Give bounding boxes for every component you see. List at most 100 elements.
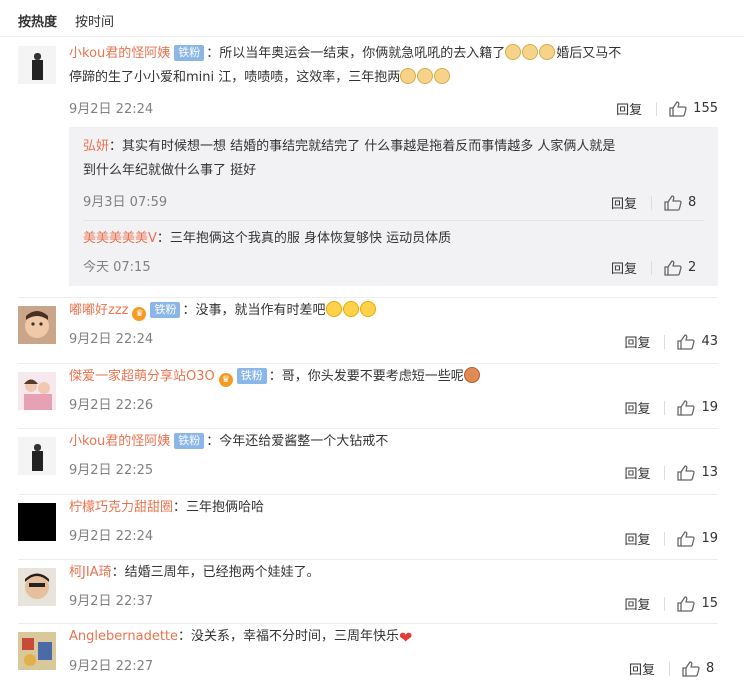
comment-actions: 回复 15: [624, 594, 718, 613]
comment-text: ：没事，就当作有时差吧: [182, 303, 326, 318]
comment-divider: [18, 363, 718, 364]
reply-button[interactable]: 回复: [624, 529, 650, 548]
cat-emoji-icon: [539, 44, 556, 60]
divider: [664, 334, 666, 349]
tab-sort-by-hot[interactable]: 按热度: [18, 11, 57, 30]
reply-text: ：其实有时候想一想 结婚的事结完就结完了 什么事越是拖着反而事情越多 人家俩人就…: [109, 139, 616, 154]
comment-divider: [18, 297, 718, 298]
laugh-emoji-icon: [325, 301, 342, 317]
sort-tabs: 按热度 按时间: [18, 11, 114, 30]
comment-actions: 回复 155: [616, 99, 718, 118]
like-icon[interactable]: [677, 596, 695, 612]
comment-body: Anglebernadette：没关系，幸福不分时间，三周年快乐❤ 9月2日 2…: [69, 625, 718, 674]
vip-crown-icon: ♛: [218, 373, 233, 387]
avatar[interactable]: [18, 46, 56, 84]
like-icon[interactable]: [669, 101, 687, 117]
cat-emoji-icon: [522, 44, 539, 60]
reply-button[interactable]: 回复: [611, 193, 637, 212]
comment-divider: [18, 494, 718, 495]
reply-button[interactable]: 回复: [611, 258, 637, 277]
heart-emoji-icon: ❤: [399, 628, 413, 647]
comment-time: 9月2日 22:27: [69, 659, 154, 674]
like-icon[interactable]: [677, 400, 695, 416]
divider: [664, 465, 666, 480]
comment-username[interactable]: 嘟嘟好zzz: [69, 303, 128, 318]
like-count: 15: [701, 596, 718, 611]
reply-button[interactable]: 回复: [624, 594, 650, 613]
comment-actions: 回复 8: [629, 659, 718, 678]
vip-crown-icon: ♛: [132, 307, 147, 321]
comment-divider: [18, 623, 718, 624]
comment-username[interactable]: 小kou君的怪阿姨: [69, 434, 170, 449]
fan-badge[interactable]: 铁粉: [174, 433, 205, 449]
avatar[interactable]: [18, 568, 56, 606]
comment-text: 婚后又马不: [556, 46, 622, 61]
pig-emoji-icon: [463, 367, 480, 383]
like-icon[interactable]: [664, 260, 682, 276]
avatar[interactable]: [18, 306, 56, 344]
like-count: 8: [688, 195, 697, 210]
like-count: 43: [701, 334, 718, 349]
reply-item: 弘妍：其实有时候想一想 结婚的事结完就结完了 什么事越是拖着反而事情越多 人家俩…: [83, 135, 700, 210]
laugh-emoji-icon: [342, 301, 359, 317]
comment-time: 9月2日 22:24: [69, 332, 154, 347]
reply-time: 9月3日 07:59: [83, 195, 168, 210]
comment-text: 停蹄的生了小小爱和mini 江，啧啧啧，这效率，三年抱两: [69, 70, 401, 85]
avatar[interactable]: [18, 632, 56, 670]
comment-time: 9月2日 22:24: [69, 529, 154, 544]
comment-body: 嘟嘟好zzz ♛ 铁粉 ：没事，就当作有时差吧 9月2日 22:24: [69, 299, 718, 347]
divider: [651, 260, 652, 275]
comment-actions: 回复 43: [624, 332, 718, 351]
comment-text: ：结婚三周年，已经抱两个娃娃了。: [111, 565, 320, 580]
cat-emoji-icon: [417, 68, 434, 84]
fan-badge[interactable]: 铁粉: [236, 368, 267, 384]
comment-username[interactable]: 小kou君的怪阿姨: [69, 46, 170, 61]
comment-actions: 回复 19: [624, 529, 718, 548]
comment-username[interactable]: 柠檬巧克力甜甜圈: [69, 500, 173, 515]
fan-badge[interactable]: 铁粉: [150, 302, 181, 318]
comment-username[interactable]: Anglebernadette: [69, 629, 178, 644]
comment-body: 柠檬巧克力甜甜圈：三年抱俩哈哈 9月2日 22:24: [69, 496, 718, 544]
reply-button[interactable]: 回复: [624, 463, 650, 482]
replies-box: 弘妍：其实有时候想一想 结婚的事结完就结完了 什么事越是拖着反而事情越多 人家俩…: [69, 127, 718, 286]
like-icon[interactable]: [677, 334, 695, 350]
reply-button[interactable]: 回复: [616, 99, 642, 118]
like-icon[interactable]: [677, 465, 695, 481]
like-icon[interactable]: [677, 531, 695, 547]
reply-text: ：三年抱俩这个我真的服 身体恢复够快 运动员体质: [156, 231, 452, 246]
tab-sort-by-time[interactable]: 按时间: [75, 11, 114, 30]
divider: [664, 400, 666, 415]
divider: [669, 661, 670, 676]
avatar[interactable]: [18, 437, 56, 475]
cat-emoji-icon: [505, 44, 522, 60]
reply-button[interactable]: 回复: [624, 398, 650, 417]
comment-time: 9月2日 22:26: [69, 398, 154, 413]
reply-button[interactable]: 回复: [629, 659, 655, 678]
comment-time: 9月2日 22:25: [69, 463, 154, 478]
reply-button[interactable]: 回复: [624, 332, 650, 351]
reply-divider: [83, 220, 704, 221]
comment-divider: [18, 559, 718, 560]
comment-username[interactable]: 傑爱一家超萌分享站O3O: [69, 369, 215, 384]
reply-actions: 回复 8: [611, 193, 700, 212]
fan-badge[interactable]: 铁粉: [174, 45, 205, 61]
comment-text: ：哥，你头发要不要考虑短一些呢: [268, 369, 464, 384]
like-icon[interactable]: [664, 195, 682, 211]
like-count: 19: [701, 400, 718, 415]
like-icon[interactable]: [682, 661, 700, 677]
comment-time: 9月2日 22:37: [69, 594, 154, 609]
like-count: 13: [701, 465, 718, 480]
comment-username[interactable]: 柯JIA琦: [69, 565, 112, 580]
comment-text: ：三年抱俩哈哈: [173, 500, 265, 515]
divider: [651, 195, 652, 210]
laugh-emoji-icon: [359, 301, 376, 317]
avatar[interactable]: [18, 503, 56, 541]
divider: [664, 531, 666, 546]
like-count: 2: [688, 260, 697, 275]
comment-text: ：所以当年奥运会一结束，你俩就急吼吼的去入籍了: [206, 46, 506, 61]
reply-username[interactable]: 弘妍: [83, 139, 109, 154]
reply-text: 到什么年纪就做什么事了 挺好: [83, 163, 257, 178]
like-count: 19: [701, 531, 718, 546]
avatar[interactable]: [18, 372, 56, 410]
reply-username[interactable]: 美美美美美V: [83, 231, 157, 246]
